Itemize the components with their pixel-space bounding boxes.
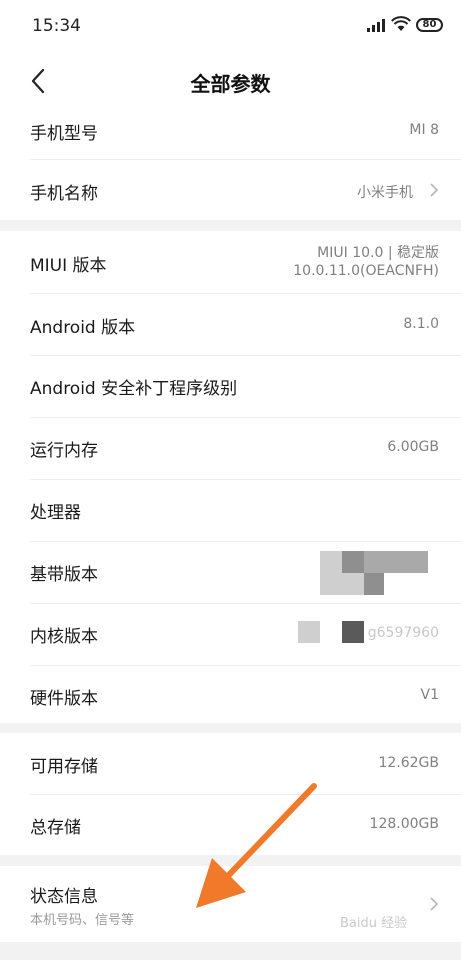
android-version-label: Android 版本 [30, 318, 136, 338]
miui-version-line1: MIUI 10.0 | 稳定版 [317, 245, 439, 261]
redaction-mosaic [364, 573, 384, 595]
page-title: 全部参数 [190, 72, 271, 96]
total-storage-label: 总存储 [30, 818, 81, 838]
ram-label: 运行内存 [30, 441, 98, 461]
available-storage-label: 可用存储 [30, 757, 98, 777]
baseband-label: 基带版本 [30, 565, 98, 585]
redaction-mosaic [320, 551, 342, 595]
chevron-right-icon [430, 183, 439, 197]
list-item-model: 手机型号 MI 8 [0, 112, 461, 159]
list-item-security-patch: Android 安全补丁程序级别 [0, 356, 461, 417]
total-storage-value: 128.00GB [369, 816, 439, 832]
hardware-version-label: 硬件版本 [30, 689, 98, 709]
list-item-total-storage: 总存储 128.00GB [0, 795, 461, 855]
chevron-right-icon [430, 897, 439, 911]
wifi-icon [391, 16, 411, 31]
storage-group: 可用存储 12.62GB 总存储 128.00GB [0, 733, 461, 855]
battery-icon: 80 [416, 18, 443, 32]
redaction-mosaic [298, 621, 320, 643]
list-item-processor: 处理器 [0, 480, 461, 541]
system-info-group: MIUI 版本 MIUI 10.0 | 稳定版 10.0.11.0(OEACNF… [0, 231, 461, 723]
kernel-value: g6597960 [367, 625, 439, 641]
status-info-label: 状态信息 [30, 887, 98, 907]
device-info-group: 手机型号 MI 8 手机名称 小米手机 [0, 112, 461, 220]
miui-version-line2: 10.0.11.0(OEACNFH) [293, 263, 439, 279]
redaction-mosaic [342, 621, 364, 643]
list-item-available-storage: 可用存储 12.62GB [0, 733, 461, 794]
hardware-version-value: V1 [420, 687, 439, 703]
status-time: 15:34 [32, 16, 81, 36]
list-item-phone-name[interactable]: 手机名称 小米手机 [0, 160, 461, 220]
signal-icon [367, 19, 385, 32]
kernel-label: 内核版本 [30, 627, 98, 647]
redaction-mosaic [342, 551, 364, 573]
redaction-mosaic [342, 573, 364, 595]
security-patch-label: Android 安全补丁程序级别 [30, 379, 238, 399]
list-item-baseband: 基带版本 [0, 542, 461, 603]
status-bar: 15:34 80 [0, 0, 461, 52]
phone-name-label: 手机名称 [30, 184, 98, 204]
available-storage-value: 12.62GB [378, 755, 439, 771]
list-item-hardware-version: 硬件版本 V1 [0, 666, 461, 723]
ram-value: 6.00GB [387, 439, 439, 455]
list-item-miui-version: MIUI 版本 MIUI 10.0 | 稳定版 10.0.11.0(OEACNF… [0, 231, 461, 293]
model-value: MI 8 [409, 122, 439, 138]
list-item-android-version: Android 版本 8.1.0 [0, 294, 461, 355]
watermark: Baidu 经验 [340, 916, 408, 931]
list-item-kernel: 内核版本 g6597960 [0, 604, 461, 665]
miui-version-label: MIUI 版本 [30, 256, 107, 276]
phone-name-value: 小米手机 [357, 185, 413, 201]
nav-bar: 全部参数 [0, 52, 461, 112]
list-item-ram: 运行内存 6.00GB [0, 418, 461, 479]
status-info-subtitle: 本机号码、信号等 [30, 913, 135, 928]
model-label: 手机型号 [30, 124, 98, 144]
redaction-mosaic [364, 551, 428, 573]
processor-label: 处理器 [30, 503, 81, 523]
android-version-value: 8.1.0 [403, 316, 439, 332]
